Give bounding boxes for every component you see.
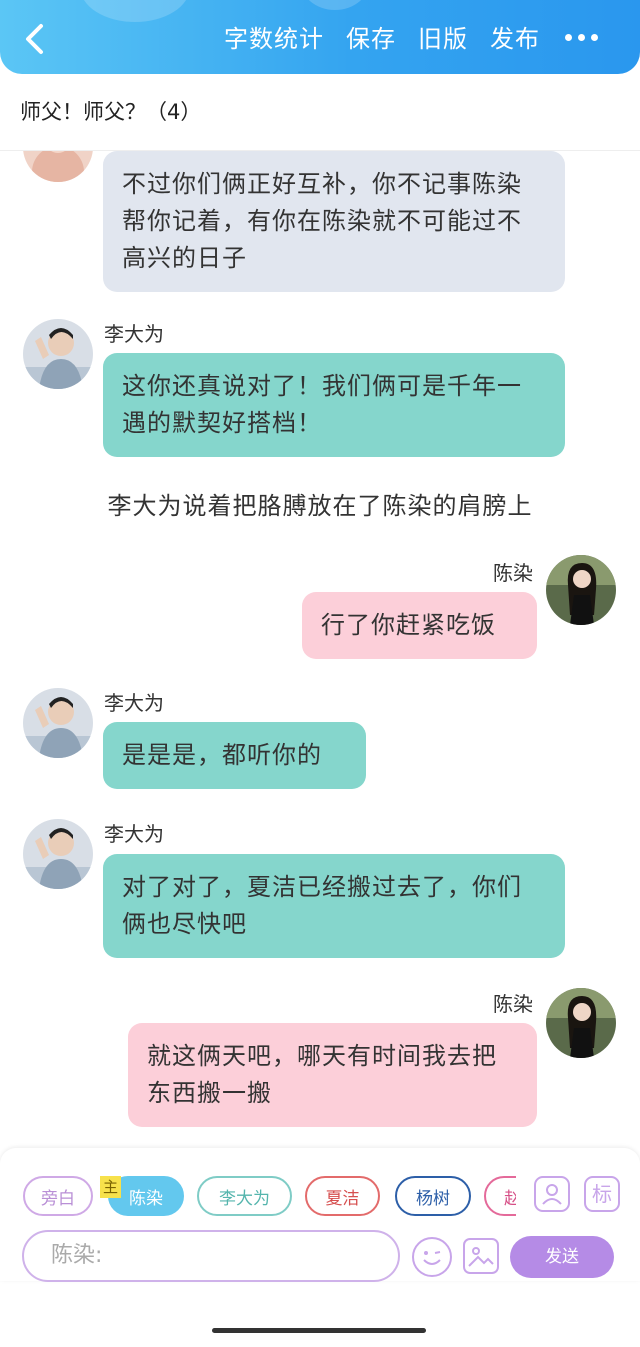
header-menu: 字数统计 保存 旧版 发布 (224, 22, 540, 56)
image-icon[interactable] (463, 1238, 499, 1274)
top-bar: 字数统计 保存 旧版 发布 (0, 0, 640, 74)
role-chip-narrator[interactable]: 旁白 (23, 1176, 93, 1216)
message-bubble[interactable]: 行了你赶紧吃饭 (302, 592, 537, 659)
more-icon[interactable] (565, 34, 598, 41)
save-button[interactable]: 保存 (346, 22, 396, 56)
message-bubble[interactable]: 这你还真说对了！我们俩可是千年一遇的默契好搭档！ (103, 353, 565, 457)
role-chip-xiajie[interactable]: 夏洁 (305, 1176, 380, 1216)
decor-bubble (300, 0, 370, 10)
word-count-button[interactable]: 字数统计 (224, 22, 324, 56)
message-bubble[interactable]: 就这俩天吧，哪天有时间我去把东西搬一搬 (128, 1023, 537, 1127)
avatar[interactable] (23, 688, 93, 758)
avatar[interactable] (546, 555, 616, 625)
speaker-name: 李大为 (104, 322, 164, 346)
role-chip-zhao[interactable]: 赵 (484, 1176, 516, 1216)
speaker-name: 陈染 (493, 561, 533, 585)
role-chip-yangshu[interactable]: 杨树 (395, 1176, 471, 1216)
speaker-name: 陈染 (493, 992, 533, 1016)
message-bubble[interactable]: 对了对了，夏洁已经搬过去了，你们俩也尽快吧 (103, 854, 565, 958)
publish-button[interactable]: 发布 (490, 22, 540, 56)
back-arrow-icon[interactable] (22, 22, 48, 56)
message-bubble[interactable]: 是是是，都听你的 (103, 722, 366, 789)
message-bubble[interactable]: 不过你们俩正好互补，你不记事陈染帮你记着，有你在陈染就不可能过不高兴的日子 (103, 151, 565, 292)
speaker-name: 李大为 (104, 822, 164, 846)
main-role-badge: 主 (100, 1176, 121, 1198)
character-icon[interactable] (534, 1176, 570, 1212)
home-indicator (212, 1328, 426, 1333)
avatar[interactable] (23, 819, 93, 889)
chat-area[interactable]: 不过你们俩正好互补，你不记事陈染帮你记着，有你在陈染就不可能过不高兴的日子 李大… (0, 151, 640, 1151)
decor-bubble (80, 0, 190, 22)
emoji-icon[interactable] (412, 1237, 452, 1277)
chapter-title: 师父！师父？（4） (20, 100, 202, 124)
avatar[interactable] (23, 319, 93, 389)
message-input[interactable]: 陈染: (22, 1230, 400, 1282)
narration-text[interactable]: 李大为说着把胳膊放在了陈染的肩膀上 (0, 486, 640, 521)
avatar[interactable] (546, 988, 616, 1058)
tag-button[interactable]: 标 (584, 1176, 620, 1212)
role-chip-clip: 赵 (484, 1176, 516, 1216)
role-chip-lidawei[interactable]: 李大为 (197, 1176, 292, 1216)
speaker-name: 李大为 (104, 691, 164, 715)
old-version-button[interactable]: 旧版 (418, 22, 468, 56)
avatar[interactable] (23, 151, 93, 182)
send-button[interactable]: 发送 (510, 1236, 614, 1278)
